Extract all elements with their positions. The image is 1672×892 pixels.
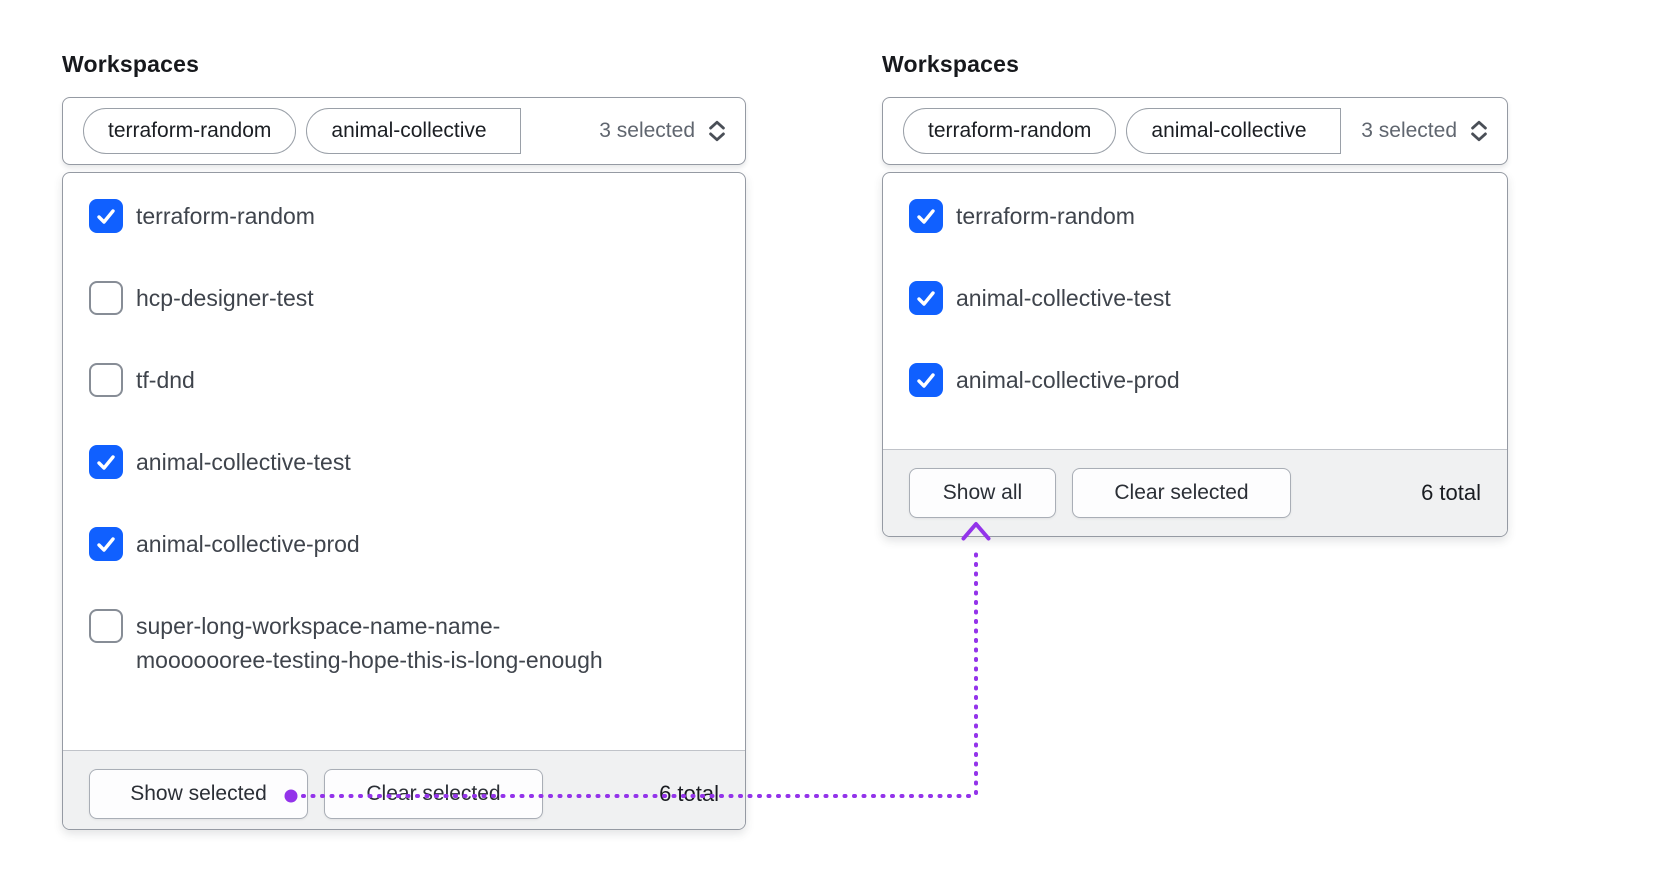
checkbox[interactable]	[89, 445, 123, 479]
show-all-button[interactable]: Show all	[909, 468, 1056, 518]
option-label: terraform-random	[956, 203, 1135, 229]
workspace-option[interactable]: animal-collective-test	[89, 445, 719, 479]
checkbox[interactable]	[909, 281, 943, 315]
selected-pill-truncated: animal-collective	[1126, 108, 1342, 154]
dropdown-panel: terraform-random hcp-designer-test tf-dn…	[62, 172, 746, 830]
multiselect-trigger[interactable]: terraform-random animal-collective 3 sel…	[62, 97, 746, 165]
checkmark-icon	[917, 373, 935, 388]
workspace-option[interactable]: animal-collective-test	[909, 281, 1481, 315]
option-label: animal-collective-prod	[956, 367, 1180, 393]
option-label: animal-collective-test	[136, 449, 351, 475]
checkbox[interactable]	[89, 363, 123, 397]
workspace-option[interactable]: hcp-designer-test	[89, 281, 719, 315]
dropdown-panel: terraform-random animal-collective-test …	[882, 172, 1508, 537]
selected-pill-truncated: animal-collective	[306, 108, 522, 154]
checkmark-icon	[97, 209, 115, 224]
workspaces-multiselect-left: Workspaces terraform-random animal-colle…	[62, 50, 746, 830]
workspace-option[interactable]: animal-collective-prod	[909, 363, 1481, 397]
clear-selected-button[interactable]: Clear selected	[324, 769, 543, 819]
workspace-option[interactable]: terraform-random	[909, 199, 1481, 233]
selected-pill: terraform-random	[903, 108, 1117, 154]
option-label: animal-collective-test	[956, 285, 1171, 311]
option-label: tf-dnd	[136, 367, 195, 393]
chevron-up-down-icon	[1465, 117, 1493, 145]
checkmark-icon	[97, 537, 115, 552]
selected-count-label: 3 selected	[1361, 119, 1457, 142]
checkbox[interactable]	[89, 527, 123, 561]
dropdown-footer: Show selected Clear selected 6 total	[63, 750, 745, 829]
option-list: terraform-random animal-collective-test …	[883, 173, 1507, 449]
option-list: terraform-random hcp-designer-test tf-dn…	[63, 173, 745, 750]
option-label: hcp-designer-test	[136, 285, 314, 311]
selected-pill: terraform-random	[83, 108, 297, 154]
checkbox[interactable]	[909, 199, 943, 233]
page-title: Workspaces	[882, 51, 1020, 77]
chevron-up-down-icon	[703, 117, 731, 145]
checkmark-icon	[97, 455, 115, 470]
option-label: super-long-workspace-name-name- moooooor…	[136, 613, 603, 673]
workspace-option[interactable]: tf-dnd	[89, 363, 719, 397]
checkbox[interactable]	[909, 363, 943, 397]
checkbox[interactable]	[89, 609, 123, 643]
checkbox[interactable]	[89, 281, 123, 315]
workspace-option[interactable]: terraform-random	[89, 199, 719, 233]
checkbox[interactable]	[89, 199, 123, 233]
workspace-option[interactable]: animal-collective-prod	[89, 527, 719, 561]
total-count-label: 6 total	[1421, 480, 1481, 505]
show-selected-button[interactable]: Show selected	[89, 769, 308, 819]
option-label: animal-collective-prod	[136, 531, 360, 557]
checkmark-icon	[917, 209, 935, 224]
option-label: terraform-random	[136, 203, 315, 229]
page-title: Workspaces	[62, 51, 200, 77]
workspace-option[interactable]: super-long-workspace-name-name- moooooor…	[89, 609, 719, 677]
total-count-label: 6 total	[659, 781, 719, 806]
multiselect-trigger[interactable]: terraform-random animal-collective 3 sel…	[882, 97, 1508, 165]
checkmark-icon	[917, 291, 935, 306]
workspaces-multiselect-right: Workspaces terraform-random animal-colle…	[882, 50, 1508, 537]
dropdown-footer: Show all Clear selected 6 total	[883, 449, 1507, 536]
selected-count-label: 3 selected	[599, 119, 695, 142]
clear-selected-button[interactable]: Clear selected	[1072, 468, 1291, 518]
